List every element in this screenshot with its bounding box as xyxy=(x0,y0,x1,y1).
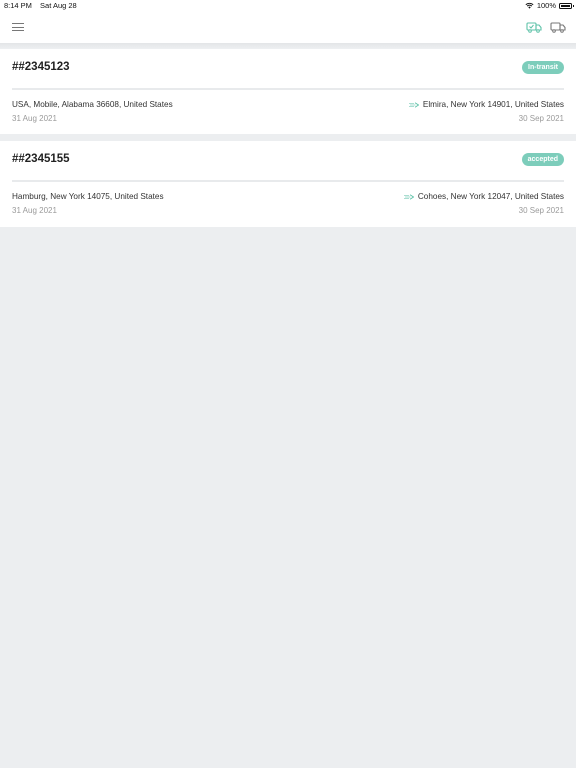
route-arrow-icon xyxy=(403,193,414,200)
status-time: 8:14 PM xyxy=(4,1,32,10)
shipment-id: ##2345123 xyxy=(12,61,70,73)
status-date: Sat Aug 28 xyxy=(40,1,77,10)
wifi-icon xyxy=(525,2,534,9)
destination-date: 30 Sep 2021 xyxy=(518,206,564,215)
origin-date: 31 Aug 2021 xyxy=(12,206,57,215)
status-badge: accepted xyxy=(521,153,564,166)
status-bar: 8:14 PM Sat Aug 28 100% xyxy=(0,0,576,12)
origin-address: Hamburg, New York 14075, United States xyxy=(12,192,164,201)
hamburger-menu-icon[interactable] xyxy=(12,23,24,33)
origin-address: USA, Mobile, Alabama 36608, United State… xyxy=(12,100,173,109)
destination-address: Elmira, New York 14901, United States xyxy=(422,100,564,109)
battery-icon xyxy=(559,2,574,9)
destination: Elmira, New York 14901, United States xyxy=(408,100,564,109)
origin-date: 31 Aug 2021 xyxy=(12,114,57,123)
nav-bar xyxy=(0,12,576,43)
truck-check-icon[interactable] xyxy=(526,20,542,34)
shipment-id: ##2345155 xyxy=(12,153,70,165)
route-arrow-icon xyxy=(408,101,419,108)
status-badge: In-transit xyxy=(522,61,564,74)
destination: Cohoes, New York 12047, United States xyxy=(403,192,564,201)
card-divider xyxy=(12,88,564,90)
card-divider xyxy=(12,180,564,182)
truck-icon[interactable] xyxy=(550,20,566,34)
destination-address: Cohoes, New York 12047, United States xyxy=(417,192,564,201)
destination-date: 30 Sep 2021 xyxy=(518,114,564,123)
shipment-card[interactable]: ##2345155 accepted Hamburg, New York 140… xyxy=(0,141,576,227)
shipment-card[interactable]: ##2345123 In-transit USA, Mobile, Alabam… xyxy=(0,49,576,134)
battery-percent: 100% xyxy=(536,1,556,10)
